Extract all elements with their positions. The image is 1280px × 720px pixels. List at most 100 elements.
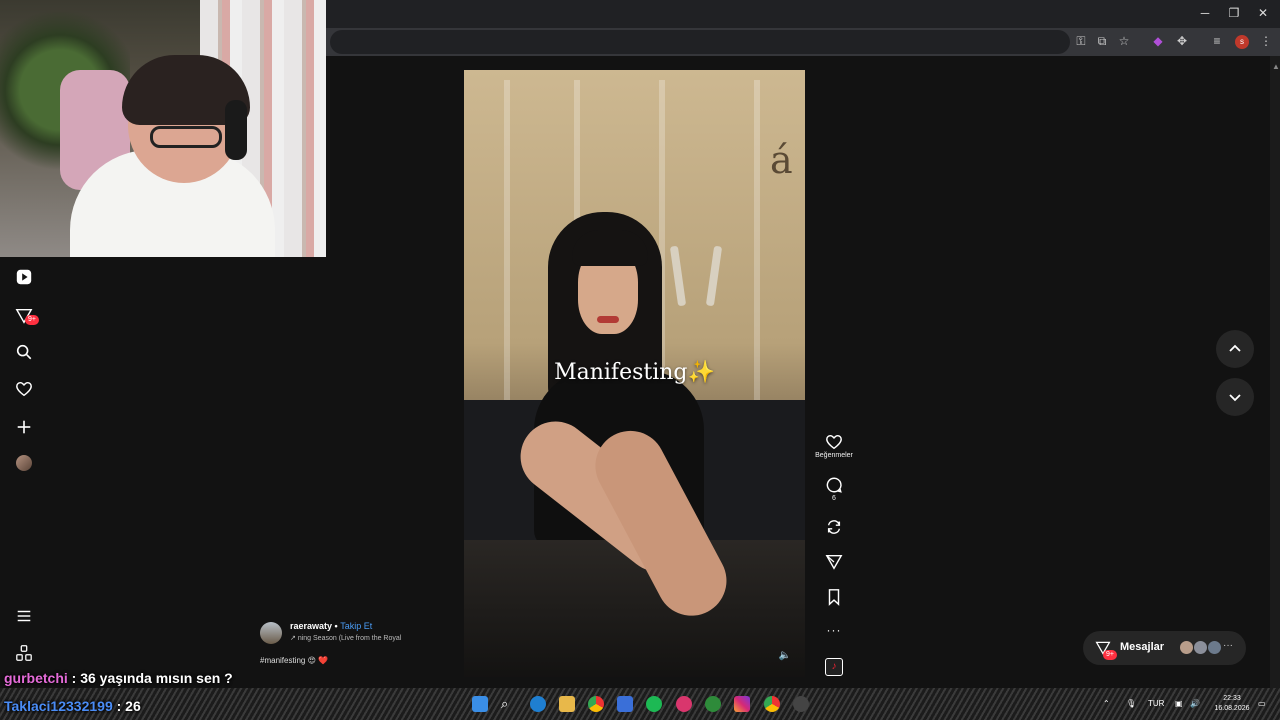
app-icon[interactable] [676,696,692,712]
notifications-nav-item[interactable] [10,375,38,403]
profile-nav-item[interactable] [10,449,38,477]
chat-message: Taklaci12332199 : 26 [4,698,141,714]
language-indicator[interactable]: TUR [1148,699,1164,708]
hair-clip [705,245,723,307]
more-dots-icon: ··· [826,623,842,637]
more-menu-nav-item[interactable] [10,602,38,630]
bookmark-icon [828,589,840,606]
share-button[interactable] [812,553,856,571]
address-bar[interactable] [330,30,1070,54]
media-control-icon[interactable]: ≡ [1208,34,1226,48]
taskbar-clock[interactable]: 22:33 16.08.2026 [1208,694,1256,714]
close-window-button[interactable]: ✕ [1248,6,1278,20]
author-avatar[interactable] [260,622,282,644]
like-button[interactable]: Beğenmeler [812,433,856,459]
overlay-word: Manifesting [554,360,688,385]
heart-icon [16,381,32,397]
file-explorer-icon[interactable] [559,696,575,712]
more-contacts-icon: ··· [1223,640,1233,651]
comment-button[interactable]: 6 [812,476,856,502]
settings-icon[interactable] [793,696,809,712]
bangs [572,230,648,266]
search-nav-item[interactable] [10,338,38,366]
messages-badge: 9+ [1103,650,1117,660]
minimize-button[interactable]: ─ [1190,6,1220,20]
volume-icon[interactable]: 🔊 [1190,699,1200,708]
bookmark-star-icon[interactable]: ☆ [1115,34,1133,48]
next-reel-button[interactable] [1216,378,1254,416]
share-icon [825,554,843,570]
chat-message: gurbetchi : 36 yaşında mısın sen ? [4,670,233,686]
reels-icon [16,269,32,285]
create-nav-item[interactable] [10,413,38,441]
messages-drawer-button[interactable]: 9+ Mesajlar ··· [1083,631,1246,665]
microphone-icon[interactable]: 🎙 [1126,699,1136,708]
author-line: raerawaty • Takip Et [290,621,372,631]
extensions-puzzle-icon[interactable]: ✥ [1173,34,1191,48]
audio-arrow-icon: ↗ [290,635,296,642]
comment-icon [826,477,842,493]
caption-text: #manifesting 😍 ❤️ [260,656,328,665]
save-button[interactable] [812,588,856,606]
tray-chevron-icon[interactable]: ⌃ [1103,699,1110,708]
profile-avatar[interactable]: s [1235,35,1249,49]
edge-icon[interactable] [530,696,546,712]
contact-avatar [1193,640,1208,655]
chevron-down-icon [1229,394,1241,402]
audio-line[interactable]: ↗ ning Season (Live from the Royal [290,634,401,642]
network-icon[interactable]: ▣ [1175,699,1183,708]
sparkles-emoji: ✨ [687,360,715,385]
messages-label: Mesajlar [1120,641,1165,653]
repost-icon [827,520,841,534]
spotify-icon[interactable] [646,696,662,712]
lips [597,316,619,323]
install-app-icon[interactable]: ⧉ [1093,34,1111,49]
instagram-icon[interactable] [734,696,750,712]
more-options-button[interactable]: ··· [812,623,856,637]
chrome-active-icon[interactable] [764,696,780,712]
repost-button[interactable] [812,518,856,536]
like-label: Beğenmeler [815,452,853,459]
previous-reel-button[interactable] [1216,330,1254,368]
chat-username: gurbetchi [4,670,68,686]
hashtag-link[interactable]: #manifesting [260,656,305,665]
headset [225,100,247,160]
xbox-icon[interactable] [705,696,721,712]
password-key-icon[interactable]: ⚿ [1072,34,1090,49]
scroll-up-arrow-icon[interactable]: ▲ [1272,62,1280,76]
notification-center-icon[interactable]: ▭ [1258,699,1266,708]
restore-button[interactable]: ❐ [1219,6,1249,20]
messages-nav-item[interactable]: 9+ [10,302,39,330]
audio-thumbnail[interactable]: ♪ [825,658,843,676]
sound-icon[interactable]: 🔈 [779,650,791,661]
apps-grid-icon [16,645,32,661]
browser-menu-icon[interactable]: ⋮ [1257,34,1275,48]
chrome-icon[interactable] [588,696,604,712]
hair-clip [669,245,687,307]
comment-count: 6 [832,495,836,502]
also-from-meta-nav-item[interactable] [10,639,38,667]
audio-title: ning Season (Live from the Royal [297,635,402,642]
chat-text: : 36 yaşında mısın sen ? [67,670,233,686]
store-icon[interactable] [617,696,633,712]
chat-username: Taklaci12332199 [4,698,113,714]
start-menu-icon[interactable] [472,696,488,712]
extension-icon[interactable]: ◆ [1149,34,1167,48]
separator-dot: • [332,621,341,631]
wall-panel [504,80,510,400]
reels-nav-item[interactable] [10,263,38,291]
follow-button[interactable]: Takip Et [340,621,372,631]
wall-panel [754,80,760,400]
profile-avatar-icon [16,455,32,471]
wall-letter: á [770,138,793,182]
windows-taskbar: ⌕ ⌃ 🎙 TUR ▣ 🔊 22:33 16.08.2026 ▭ [0,688,1280,720]
glasses [150,126,222,148]
video-overlay-text: Manifesting✨ [464,360,805,385]
reel-video[interactable]: á Manifesting✨ 🔈 [464,70,805,677]
chevron-up-icon [1229,344,1241,352]
author-username[interactable]: raerawaty [290,621,332,631]
page-scrollbar[interactable]: ▲ [1270,56,1280,688]
notification-badge: 9+ [25,315,39,325]
caption-emojis: 😍 ❤️ [307,656,329,665]
search-icon[interactable]: ⌕ [501,696,517,712]
